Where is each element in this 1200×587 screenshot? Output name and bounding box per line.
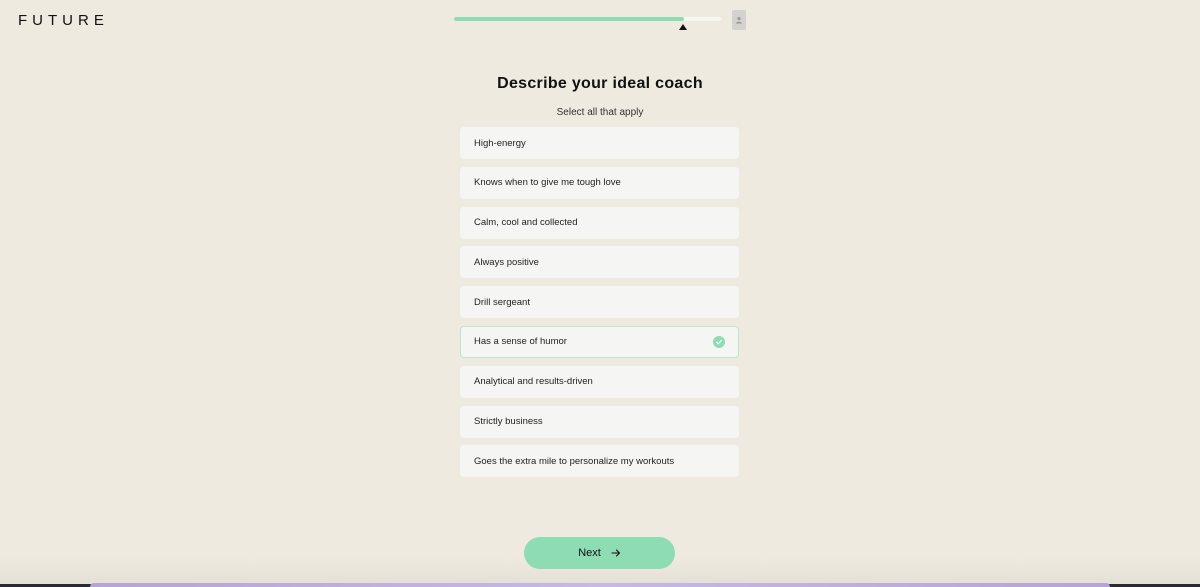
- option-calm-cool-collected[interactable]: Calm, cool and collected: [460, 206, 739, 239]
- checkmark-icon: [713, 335, 725, 348]
- option-strictly-business[interactable]: Strictly business: [460, 405, 739, 438]
- progress-marker-icon: [679, 24, 687, 30]
- option-always-positive[interactable]: Always positive: [460, 246, 739, 279]
- option-drill-sergeant[interactable]: Drill sergeant: [460, 286, 739, 319]
- arrow-right-icon: [611, 549, 620, 557]
- option-sense-of-humor[interactable]: Has a sense of humor: [460, 325, 739, 358]
- progress-bar-fill: [454, 17, 684, 21]
- next-button[interactable]: Next: [524, 537, 675, 569]
- page-subtitle: Select all that apply: [556, 107, 644, 118]
- option-analytical[interactable]: Analytical and results-driven: [460, 365, 739, 398]
- option-label: Knows when to give me tough love: [474, 177, 621, 189]
- avatar[interactable]: [732, 10, 746, 30]
- option-label: Calm, cool and collected: [474, 217, 578, 229]
- user-icon: [736, 17, 742, 24]
- page-title: Describe your ideal coach: [497, 75, 703, 92]
- progress-bar: [454, 17, 721, 21]
- option-label: Analytical and results-driven: [474, 376, 593, 388]
- options-list: High-energy Knows when to give me tough …: [460, 127, 739, 485]
- option-tough-love[interactable]: Knows when to give me tough love: [460, 166, 739, 199]
- option-label: Drill sergeant: [474, 296, 530, 308]
- option-high-energy[interactable]: High-energy: [460, 127, 739, 159]
- option-label: High-energy: [474, 137, 526, 149]
- next-button-label: Next: [578, 547, 601, 559]
- option-label: Has a sense of humor: [474, 336, 567, 348]
- bottom-panel-edge: [90, 583, 1110, 587]
- option-label: Strictly business: [474, 416, 543, 428]
- option-label: Goes the extra mile to personalize my wo…: [474, 455, 675, 467]
- brand-logo: FUTURE: [18, 12, 109, 29]
- option-label: Always positive: [474, 256, 539, 268]
- option-extra-mile[interactable]: Goes the extra mile to personalize my wo…: [460, 445, 739, 478]
